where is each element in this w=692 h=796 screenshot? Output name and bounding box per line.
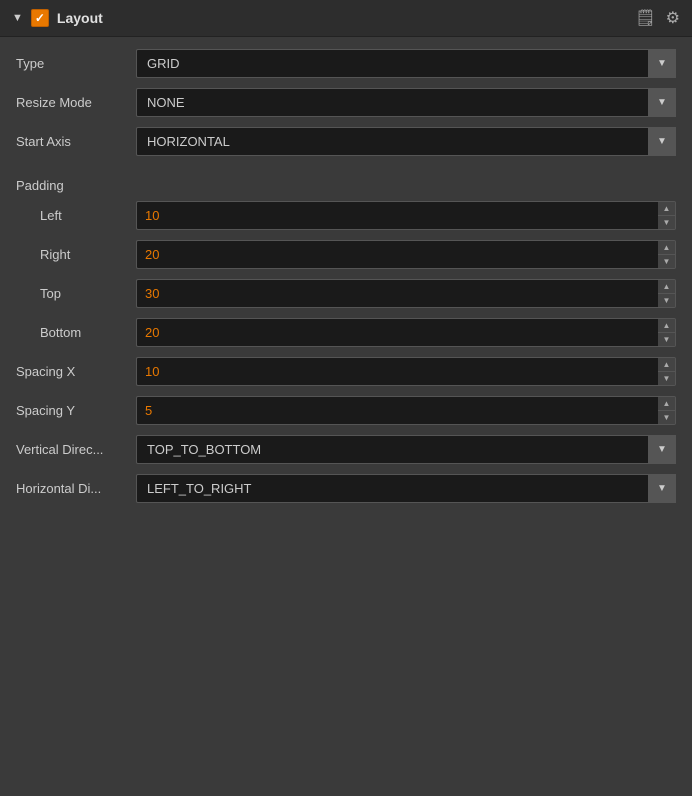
- spacing-x-spinner-up[interactable]: ▲: [658, 358, 675, 371]
- type-select[interactable]: GRID FLEX NONE: [136, 49, 676, 78]
- horizontal-direction-label: Horizontal Di...: [16, 481, 136, 496]
- type-label: Type: [16, 56, 136, 71]
- padding-bottom-input-wrapper: ▲ ▼: [136, 318, 676, 347]
- padding-bottom-row: Bottom ▲ ▼: [16, 318, 676, 347]
- padding-top-input-wrapper: ▲ ▼: [136, 279, 676, 308]
- layout-enabled-checkbox[interactable]: [31, 9, 49, 27]
- panel-content: Type GRID FLEX NONE ▼ Resize Mode NONE F…: [0, 37, 692, 525]
- padding-bottom-spinner-down[interactable]: ▼: [658, 333, 675, 346]
- padding-right-spinner-up[interactable]: ▲: [658, 241, 675, 254]
- spacing-x-spinners: ▲ ▼: [658, 357, 676, 386]
- padding-top-spinner-up[interactable]: ▲: [658, 280, 675, 293]
- spacing-y-spinners: ▲ ▼: [658, 396, 676, 425]
- header-right: 🗒 ⚙: [635, 8, 680, 28]
- spacing-y-spinner-down[interactable]: ▼: [658, 411, 675, 424]
- gear-icon[interactable]: ⚙: [666, 8, 680, 28]
- padding-top-spinners: ▲ ▼: [658, 279, 676, 308]
- padding-top-row: Top ▲ ▼: [16, 279, 676, 308]
- padding-left-spinner-up[interactable]: ▲: [658, 202, 675, 215]
- padding-left-spinner-down[interactable]: ▼: [658, 216, 675, 229]
- padding-right-spinners: ▲ ▼: [658, 240, 676, 269]
- spacing-x-input[interactable]: [136, 357, 658, 386]
- type-row: Type GRID FLEX NONE ▼: [16, 49, 676, 78]
- padding-top-spinner-down[interactable]: ▼: [658, 294, 675, 307]
- vertical-direction-select[interactable]: TOP_TO_BOTTOM BOTTOM_TO_TOP: [136, 435, 676, 464]
- padding-top-label: Top: [16, 286, 136, 301]
- padding-left-row: Left ▲ ▼: [16, 201, 676, 230]
- spacing-y-row: Spacing Y ▲ ▼: [16, 396, 676, 425]
- padding-bottom-label: Bottom: [16, 325, 136, 340]
- padding-bottom-spinners: ▲ ▼: [658, 318, 676, 347]
- padding-right-spinner-down[interactable]: ▼: [658, 255, 675, 268]
- padding-bottom-input[interactable]: [136, 318, 658, 347]
- horizontal-direction-row: Horizontal Di... LEFT_TO_RIGHT RIGHT_TO_…: [16, 474, 676, 503]
- panel-title: Layout: [57, 10, 103, 26]
- doc-icon[interactable]: 🗒: [635, 8, 655, 28]
- spacing-y-input-wrapper: ▲ ▼: [136, 396, 676, 425]
- spacing-y-input[interactable]: [136, 396, 658, 425]
- spacing-x-label: Spacing X: [16, 364, 136, 379]
- resize-mode-label: Resize Mode: [16, 95, 136, 110]
- padding-right-input-wrapper: ▲ ▼: [136, 240, 676, 269]
- vertical-direction-select-wrapper: TOP_TO_BOTTOM BOTTOM_TO_TOP ▼: [136, 435, 676, 464]
- spacing-y-label: Spacing Y: [16, 403, 136, 418]
- padding-right-input[interactable]: [136, 240, 658, 269]
- spacing-y-spinner-up[interactable]: ▲: [658, 397, 675, 410]
- spacing-x-input-wrapper: ▲ ▼: [136, 357, 676, 386]
- spacing-x-spinner-down[interactable]: ▼: [658, 372, 675, 385]
- horizontal-direction-select[interactable]: LEFT_TO_RIGHT RIGHT_TO_LEFT: [136, 474, 676, 503]
- panel-header: ▼ Layout 🗒 ⚙: [0, 0, 692, 37]
- horizontal-direction-select-wrapper: LEFT_TO_RIGHT RIGHT_TO_LEFT ▼: [136, 474, 676, 503]
- padding-right-label: Right: [16, 247, 136, 262]
- padding-left-input[interactable]: [136, 201, 658, 230]
- padding-left-input-wrapper: ▲ ▼: [136, 201, 676, 230]
- vertical-direction-label: Vertical Direc...: [16, 442, 136, 457]
- start-axis-select[interactable]: HORIZONTAL VERTICAL: [136, 127, 676, 156]
- resize-mode-select[interactable]: NONE FIXED HUG FILL: [136, 88, 676, 117]
- padding-right-row: Right ▲ ▼: [16, 240, 676, 269]
- resize-mode-select-wrapper: NONE FIXED HUG FILL ▼: [136, 88, 676, 117]
- collapse-arrow-icon[interactable]: ▼: [12, 12, 23, 24]
- header-left: ▼ Layout: [12, 9, 103, 27]
- padding-left-spinners: ▲ ▼: [658, 201, 676, 230]
- start-axis-row: Start Axis HORIZONTAL VERTICAL ▼: [16, 127, 676, 156]
- start-axis-select-wrapper: HORIZONTAL VERTICAL ▼: [136, 127, 676, 156]
- padding-section-label: Padding: [16, 178, 676, 193]
- type-select-wrapper: GRID FLEX NONE ▼: [136, 49, 676, 78]
- vertical-direction-row: Vertical Direc... TOP_TO_BOTTOM BOTTOM_T…: [16, 435, 676, 464]
- layout-panel: ▼ Layout 🗒 ⚙ Type GRID FLEX NONE ▼ Resiz: [0, 0, 692, 545]
- padding-top-input[interactable]: [136, 279, 658, 308]
- spacing-x-row: Spacing X ▲ ▼: [16, 357, 676, 386]
- padding-bottom-spinner-up[interactable]: ▲: [658, 319, 675, 332]
- padding-left-label: Left: [16, 208, 136, 223]
- resize-mode-row: Resize Mode NONE FIXED HUG FILL ▼: [16, 88, 676, 117]
- start-axis-label: Start Axis: [16, 134, 136, 149]
